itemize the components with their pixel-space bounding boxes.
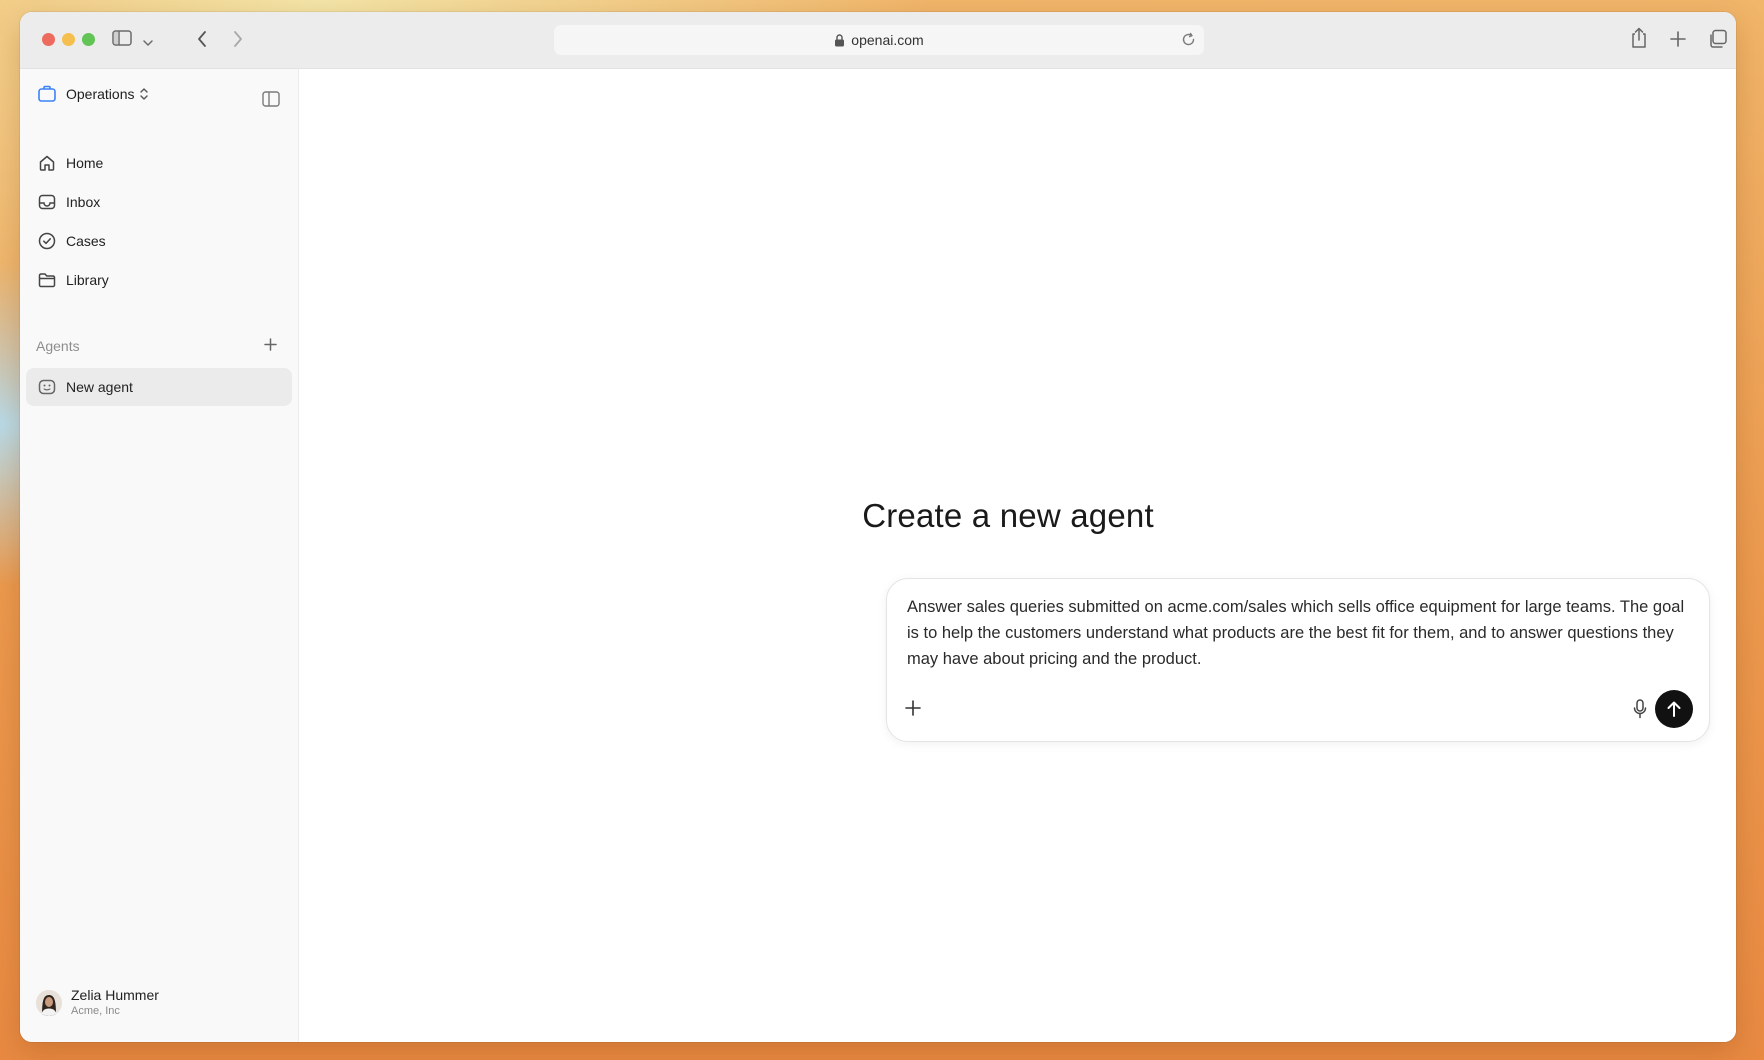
back-icon[interactable]	[196, 30, 208, 53]
attach-plus-icon[interactable]	[905, 700, 921, 721]
workspace-switcher[interactable]: Operations	[38, 85, 149, 102]
avatar	[36, 990, 62, 1016]
browser-titlebar: openai.com	[20, 12, 1736, 69]
lock-icon	[834, 33, 845, 47]
address-bar[interactable]: openai.com	[554, 25, 1204, 55]
sidebar: Operations Home Inbox Cases Library Agen…	[20, 69, 299, 1042]
share-icon[interactable]	[1630, 27, 1648, 54]
arrow-up-icon	[1666, 700, 1682, 718]
bot-icon	[38, 378, 56, 396]
agent-prompt-composer[interactable]: Answer sales queries submitted on acme.c…	[886, 578, 1710, 742]
close-window-button[interactable]	[42, 33, 55, 46]
agents-section-label: Agents	[36, 338, 80, 354]
user-org: Acme, Inc	[71, 1005, 120, 1017]
user-profile[interactable]: Zelia Hummer Acme, Inc	[36, 987, 159, 1019]
nav-label: Library	[66, 272, 109, 288]
nav-label: Home	[66, 155, 104, 171]
sidebar-toggle-icon[interactable]	[112, 30, 132, 51]
send-button[interactable]	[1655, 690, 1693, 728]
nav-item-cases[interactable]: Cases	[38, 230, 106, 252]
zoom-window-button[interactable]	[82, 33, 95, 46]
new-tab-icon[interactable]	[1670, 31, 1686, 52]
prompt-input[interactable]: Answer sales queries submitted on acme.c…	[907, 594, 1687, 672]
microphone-icon[interactable]	[1633, 699, 1647, 724]
nav-label: Cases	[66, 233, 106, 249]
inbox-icon	[38, 193, 56, 211]
chevron-down-icon[interactable]	[143, 34, 153, 52]
user-name: Zelia Hummer	[71, 987, 159, 1003]
nav-item-home[interactable]: Home	[38, 152, 103, 174]
browser-window: openai.com Operations Home Inbox Cases L…	[20, 12, 1736, 1042]
workspace-name: Operations	[66, 85, 135, 102]
nav-item-inbox[interactable]: Inbox	[38, 191, 100, 213]
home-icon	[38, 154, 56, 172]
folder-icon	[38, 271, 56, 289]
add-agent-button[interactable]	[264, 338, 277, 356]
collapse-sidebar-icon[interactable]	[262, 91, 280, 112]
check-circle-icon	[38, 232, 56, 250]
nav-label: Inbox	[66, 194, 101, 210]
url-text: openai.com	[851, 32, 924, 48]
briefcase-icon	[38, 85, 56, 102]
agent-item-new-agent[interactable]: New agent	[26, 368, 292, 406]
minimize-window-button[interactable]	[62, 33, 75, 46]
chevron-updown-icon	[140, 87, 149, 100]
forward-icon[interactable]	[232, 30, 244, 53]
main-content: Create a new agent Answer sales queries …	[299, 69, 1736, 1042]
nav-item-library[interactable]: Library	[38, 269, 109, 291]
reload-icon[interactable]	[1181, 32, 1196, 50]
tab-overview-icon[interactable]	[1708, 29, 1728, 54]
agent-label: New agent	[66, 379, 133, 395]
page-title: Create a new agent	[862, 497, 1154, 534]
